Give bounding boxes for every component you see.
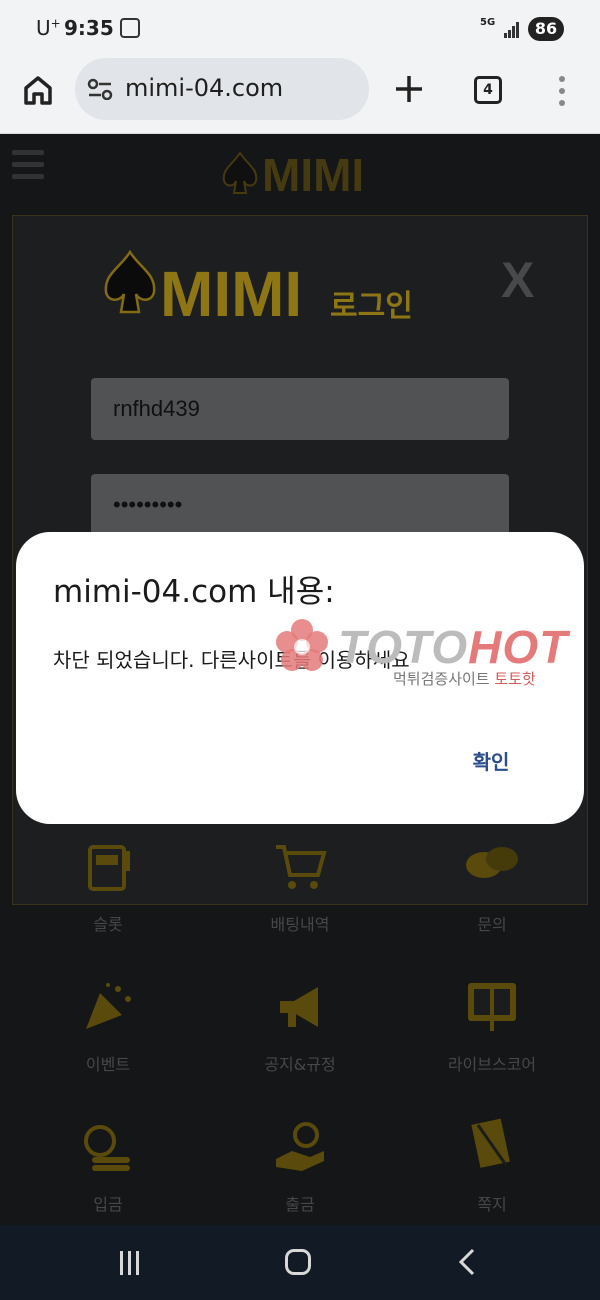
back-icon[interactable] xyxy=(455,1247,479,1277)
watermark-subtitle-text: 먹튀검증사이트 xyxy=(393,670,490,688)
home-button[interactable] xyxy=(20,72,56,108)
watermark-subtitle: 먹튀검증사이트 토토핫 xyxy=(393,668,536,689)
watermark-brand-b: HOT xyxy=(468,621,569,673)
address-bar[interactable]: mimi-04.com xyxy=(75,58,369,120)
site-settings-icon[interactable] xyxy=(87,78,113,100)
home-nav-icon[interactable] xyxy=(285,1249,311,1275)
new-tab-button[interactable] xyxy=(392,72,426,106)
dialog-ok-button[interactable]: 확인 xyxy=(456,744,526,780)
signal-icon xyxy=(504,22,520,38)
tab-switcher-button[interactable]: 4 xyxy=(474,76,502,104)
dialog-title: mimi-04.com 내용: xyxy=(53,574,335,610)
watermark-brand-a: TOTO xyxy=(338,621,469,673)
carrier-name: U xyxy=(36,16,51,40)
watermark-subtitle-accent: 토토핫 xyxy=(494,670,536,688)
browser-toolbar: mimi-04.com 4 xyxy=(0,58,600,134)
recent-apps-icon[interactable] xyxy=(118,1251,142,1275)
home-icon xyxy=(24,76,52,105)
carrier-plus: + xyxy=(50,16,61,31)
url-text[interactable]: mimi-04.com xyxy=(125,74,283,102)
carrier-label: U+ xyxy=(36,16,61,40)
watermark: TOTOHOT 먹튀검증사이트 토토핫 xyxy=(272,612,600,702)
clock: 9:35 xyxy=(64,16,114,40)
plus-icon xyxy=(396,76,422,102)
more-menu-button[interactable] xyxy=(552,74,572,108)
network-type-label: 5G xyxy=(480,17,496,28)
watermark-brand: TOTOHOT xyxy=(338,620,568,674)
watermark-flower-icon xyxy=(276,619,328,671)
status-bar: U+ 9:35 5G 86 xyxy=(0,0,600,58)
screen-capture-icon xyxy=(120,18,140,38)
system-navigation-bar xyxy=(0,1225,600,1300)
battery-indicator: 86 xyxy=(528,17,564,41)
